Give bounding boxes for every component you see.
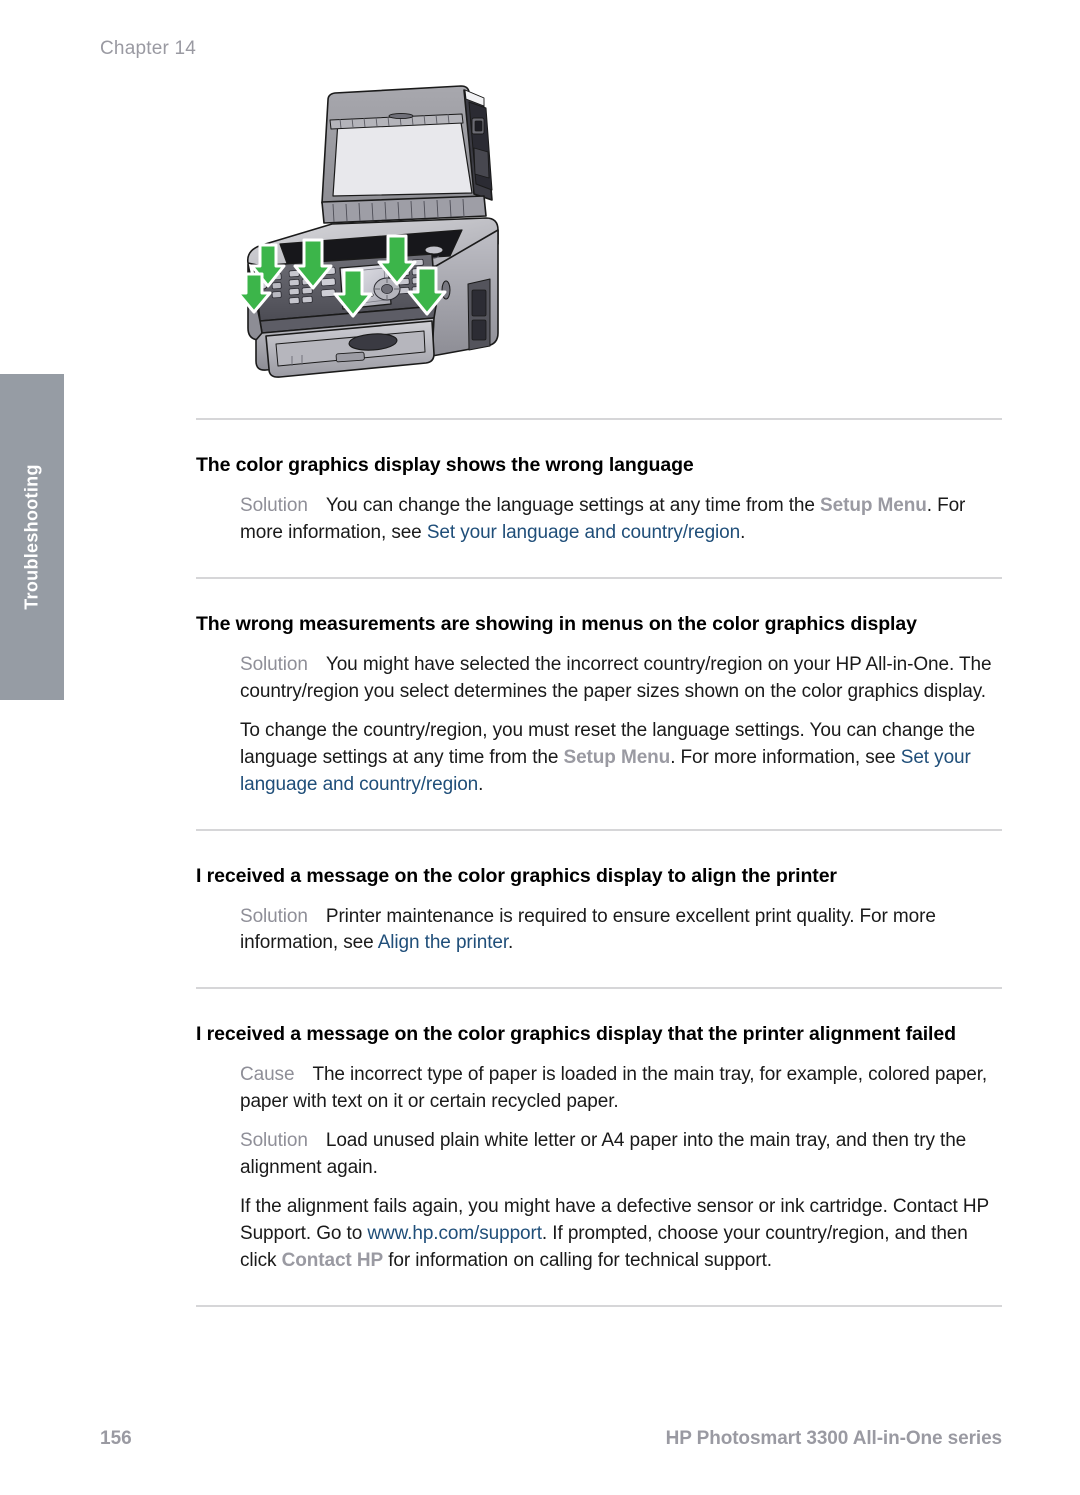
page-number: 156 [100,1428,132,1449]
text-run: . [478,773,484,795]
paragraph-lead-label: Solution [240,1130,308,1152]
cross-reference-link[interactable]: Align the printer [378,932,508,953]
text-run: Printer maintenance is required to ensur… [240,905,936,954]
troubleshooting-section: The color graphics display shows the wro… [196,452,1002,547]
troubleshooting-section: I received a message on the color graphi… [196,1021,1002,1275]
text-run: The incorrect type of paper is loaded in… [240,1064,988,1113]
paragraph-lead-label: Solution [240,653,308,675]
body-paragraph: If the alignment fails again, you might … [240,1194,1002,1275]
cross-reference-link[interactable]: www.hp.com/support [367,1223,542,1244]
labeled-paragraph: Solution You can change the language sett… [240,493,1002,547]
labeled-paragraph: Solution Printer maintenance is required … [240,904,1002,958]
page-content: The color graphics display shows the wro… [196,418,1002,1308]
body-paragraph: To change the country/region, you must r… [240,718,1002,799]
text-run: Load unused plain white letter or A4 pap… [240,1130,967,1179]
product-name: HP Photosmart 3300 All-in-One series [665,1428,1003,1449]
section-divider [196,1305,1002,1308]
text-run: for information on calling for technical… [383,1250,772,1272]
ui-term: Setup Menu [820,494,927,516]
section-title: The wrong measurements are showing in me… [196,612,917,635]
side-tab-label: Troubleshooting [21,464,42,610]
paragraph-lead-label: Solution [240,494,308,516]
cross-reference-link[interactable]: Set your language and country/region [427,522,740,543]
section-title: I received a message on the color graphi… [196,864,837,887]
labeled-paragraph: Cause The incorrect type of paper is load… [240,1062,1002,1116]
ui-term: Contact HP [281,1250,384,1272]
text-run: You can change the language settings at … [325,494,821,516]
paragraph-lead-label: Cause [240,1064,295,1086]
troubleshooting-section: The wrong measurements are showing in me… [196,611,1002,799]
page-footer: 156 HP Photosmart 3300 All-in-One series [0,1428,1080,1468]
ui-term: Setup Menu [563,746,671,768]
section-divider [196,576,1002,579]
paragraph-lead-label: Solution [240,905,308,927]
labeled-paragraph: Solution Load unused plain white letter o… [240,1128,1002,1182]
text-run: . [740,521,746,543]
section-title: The color graphics display shows the wro… [196,454,694,476]
printer-illustration [236,78,518,378]
text-run: You might have selected the incorrect co… [240,653,992,702]
chapter-header: Chapter 14 [100,38,197,59]
section-title: I received a message on the color graphi… [196,1023,956,1046]
troubleshooting-section: I received a message on the color graphi… [196,863,1002,958]
text-run: . For more information, see [670,746,901,768]
section-divider [196,418,1002,420]
troubleshooting-side-tab: Troubleshooting [0,374,64,700]
section-divider [196,828,1002,831]
section-divider [196,987,1002,990]
text-run: . [508,932,514,954]
troubleshooting-sections: The color graphics display shows the wro… [196,452,1002,1308]
labeled-paragraph: Solution You might have selected the inco… [240,652,1002,706]
